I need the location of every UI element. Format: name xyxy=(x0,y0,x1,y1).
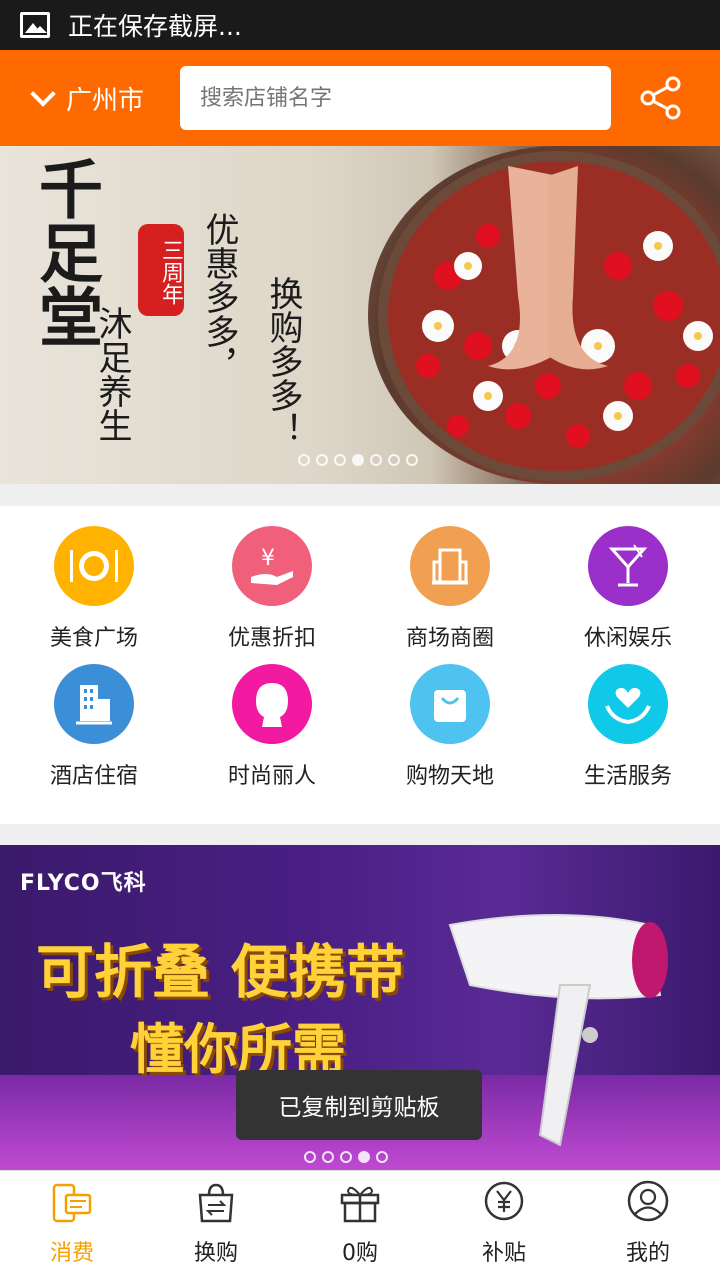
flower-bowl-image xyxy=(368,146,720,484)
shopping-bag-icon xyxy=(410,664,490,744)
mall-building-icon xyxy=(410,526,490,606)
pager-dot[interactable] xyxy=(340,1151,352,1163)
discount-yen-icon: ¥ xyxy=(232,526,312,606)
pager-dot[interactable] xyxy=(406,454,418,466)
category-grid: 美食广场 ¥ 优惠折扣 商场商圈 休闲娱乐 酒店住宿 时尚丽人 购物天地 生活服… xyxy=(0,506,720,824)
toast-message: 已复制到剪贴板 xyxy=(236,1070,482,1140)
svg-text:¥: ¥ xyxy=(261,546,275,571)
pager-dot[interactable] xyxy=(304,1151,316,1163)
category-shopping[interactable]: 购物天地 xyxy=(360,664,540,790)
pager-dot[interactable] xyxy=(334,454,346,466)
status-text: 正在保存截屏... xyxy=(68,12,242,41)
tab-subsidy[interactable]: 补贴 xyxy=(432,1171,576,1280)
category-food[interactable]: 美食广场 xyxy=(4,526,184,652)
category-label: 商场商圈 xyxy=(405,626,494,651)
hotel-building-icon xyxy=(54,664,134,744)
tab-exchange[interactable]: 换购 xyxy=(144,1171,288,1280)
pager-dot[interactable] xyxy=(376,1151,388,1163)
bottom-tab-bar: 消费 换购 0购 补贴 我的 xyxy=(0,1170,720,1280)
category-label: 优惠折扣 xyxy=(227,626,316,651)
exchange-bag-icon xyxy=(198,1183,234,1223)
category-hotel[interactable]: 酒店住宿 xyxy=(4,664,184,790)
banner-slogan-2: 换购多多！ xyxy=(263,276,303,446)
image-icon xyxy=(20,12,50,38)
tab-label: 我的 xyxy=(625,1241,670,1266)
user-icon xyxy=(627,1180,669,1222)
pager-dot[interactable] xyxy=(322,1151,334,1163)
heart-hands-icon xyxy=(588,664,668,744)
chevron-down-icon xyxy=(30,81,56,107)
category-label: 美食广场 xyxy=(49,626,138,651)
banner-title: 千足堂 xyxy=(28,156,103,348)
banner-subtitle: 沐足养生 xyxy=(92,306,132,442)
search-input[interactable] xyxy=(180,66,611,130)
tab-mine[interactable]: 我的 xyxy=(576,1171,720,1280)
banner-slogan-1: 优惠多多， xyxy=(199,212,239,382)
category-label: 生活服务 xyxy=(583,764,672,789)
pager-dot[interactable] xyxy=(298,454,310,466)
anniversary-seal: 三周年 xyxy=(138,224,184,316)
banner-headline: 可折叠 便携带 xyxy=(36,938,405,1006)
tab-label: 0购 xyxy=(342,1241,378,1266)
category-services[interactable]: 生活服务 xyxy=(538,664,718,790)
cocktail-icon xyxy=(588,526,668,606)
category-label: 酒店住宿 xyxy=(49,764,138,789)
tab-label: 消费 xyxy=(49,1241,94,1266)
share-icon[interactable] xyxy=(639,76,683,120)
pager-dot[interactable] xyxy=(388,454,400,466)
pager-dot-active[interactable] xyxy=(352,454,364,466)
tab-consume[interactable]: 消费 xyxy=(0,1171,144,1280)
banner2-pager xyxy=(304,1151,388,1163)
banner1-pager xyxy=(298,454,418,466)
pager-dot-active[interactable] xyxy=(358,1151,370,1163)
city-selector[interactable]: 广州市 xyxy=(30,80,180,117)
tab-label: 补贴 xyxy=(481,1241,526,1266)
category-fashion[interactable]: 时尚丽人 xyxy=(182,664,362,790)
category-label: 休闲娱乐 xyxy=(583,626,672,651)
dining-icon xyxy=(54,526,134,606)
category-label: 时尚丽人 xyxy=(227,764,316,789)
status-bar: 正在保存截屏... xyxy=(0,0,720,50)
city-label: 广州市 xyxy=(66,85,145,116)
phone-card-icon xyxy=(52,1183,92,1223)
tab-label: 换购 xyxy=(193,1241,238,1266)
pager-dot[interactable] xyxy=(370,454,382,466)
gift-icon xyxy=(340,1186,380,1223)
category-mall[interactable]: 商场商圈 xyxy=(360,526,540,652)
category-leisure[interactable]: 休闲娱乐 xyxy=(538,526,718,652)
category-discount[interactable]: ¥ 优惠折扣 xyxy=(182,526,362,652)
yen-circle-icon xyxy=(484,1181,524,1221)
brand-logo: FLYCO飞科 xyxy=(20,871,147,896)
category-label: 购物天地 xyxy=(405,764,494,789)
woman-profile-icon xyxy=(232,664,312,744)
pager-dot[interactable] xyxy=(316,454,328,466)
header-bar: 广州市 xyxy=(0,50,720,146)
tab-zero-buy[interactable]: 0购 xyxy=(288,1171,432,1280)
promo-banner-footspa[interactable]: 千足堂 三周年 沐足养生 优惠多多， 换购多多！ xyxy=(0,146,720,484)
